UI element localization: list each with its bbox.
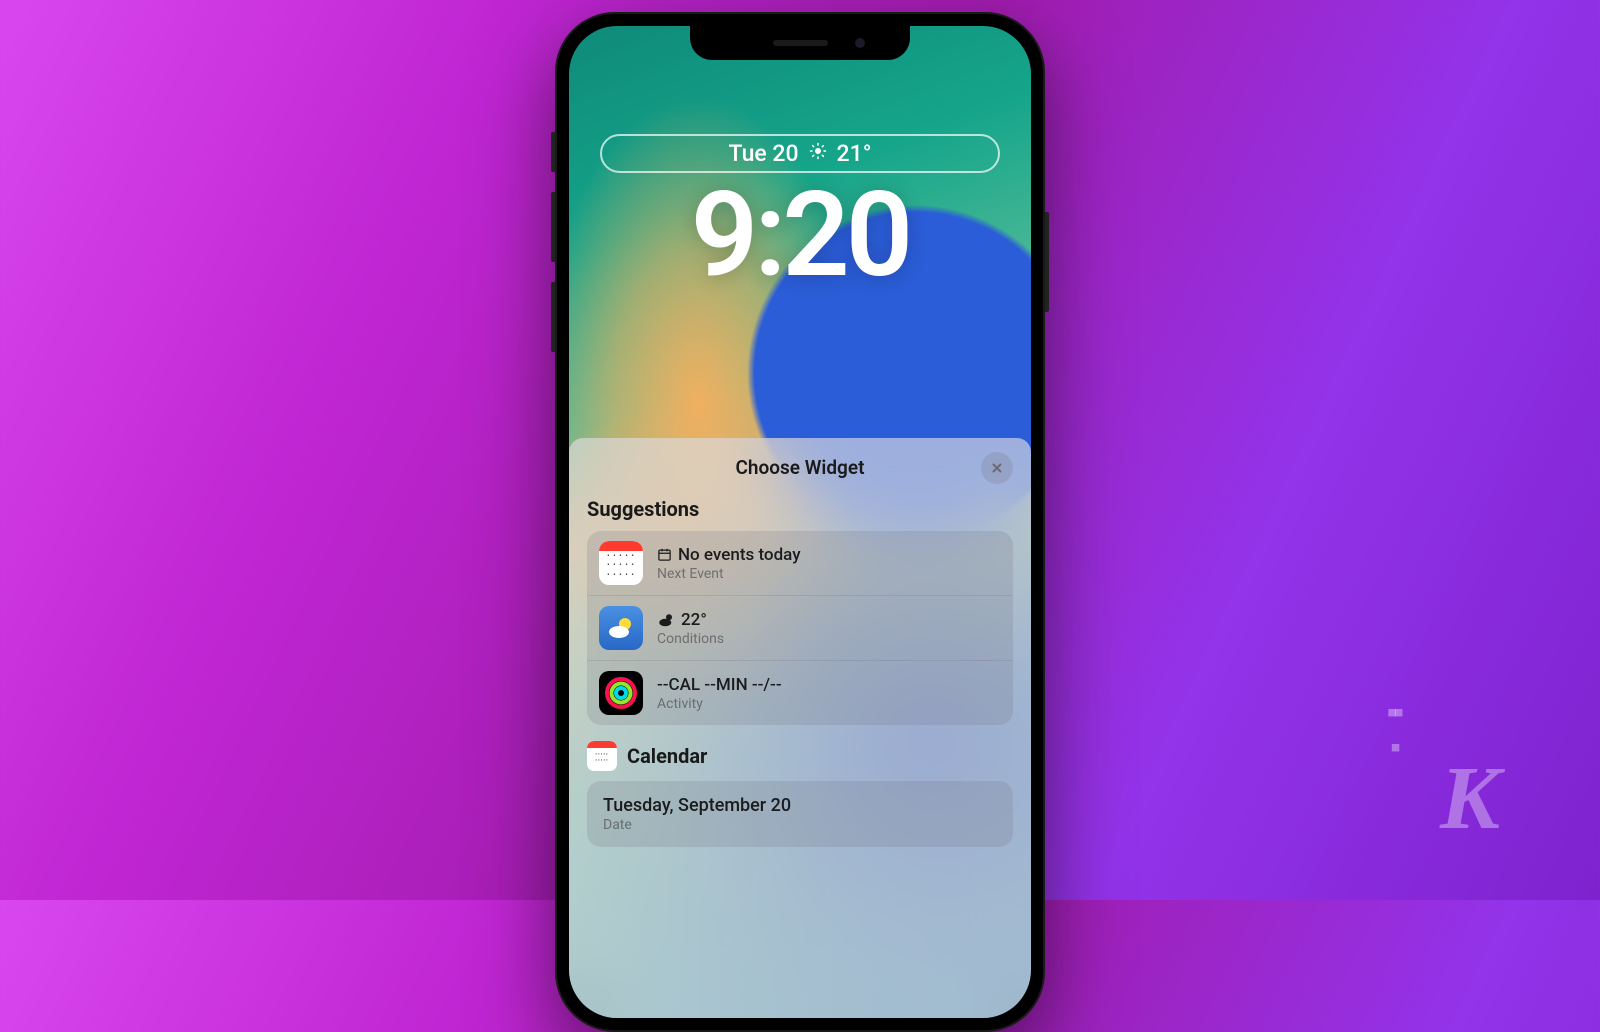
phone-screen: Tue 20 21° 9:20 Choose Widget Suggestion… [569,26,1031,1018]
calendar-mini-icon [657,547,672,562]
calendar-item-date[interactable]: Tuesday, September 20 Date [587,781,1013,847]
close-button[interactable] [981,452,1013,484]
close-icon [990,461,1004,475]
mute-switch [551,132,555,172]
side-button [1045,212,1049,312]
watermark-logo: K [1440,747,1500,850]
notch [690,26,910,60]
activity-app-icon [599,671,643,715]
weather-app-icon [599,606,643,650]
volume-down-button [551,282,555,352]
suggestion-subtitle: Conditions [657,631,1001,647]
sheet-title: Choose Widget [569,456,1031,479]
calendar-card: Tuesday, September 20 Date [587,781,1013,847]
suggestion-content: No events today Next Event [657,545,1001,582]
choose-widget-sheet: Choose Widget Suggestions • • • • • • • … [569,438,1031,1018]
calendar-item-content: Tuesday, September 20 Date [603,795,997,833]
calendar-header: ••••• ••••• Calendar [587,741,1013,771]
speaker [773,40,828,46]
suggestions-label: Suggestions [587,497,699,521]
lockscreen-temp: 21° [837,140,872,167]
phone-frame: Tue 20 21° 9:20 Choose Widget Suggestion… [555,12,1045,1032]
calendar-item-title: Tuesday, September 20 [603,795,791,816]
suggestion-title: --CAL --MIN --/-- [657,675,782,695]
lockscreen-clock: 9:20 [691,166,909,304]
volume-up-button [551,192,555,262]
suggestion-subtitle: Next Event [657,566,1001,582]
sun-icon [809,142,827,165]
suggestion-content: 22° Conditions [657,610,1001,647]
lockscreen-date: Tue 20 [729,140,799,167]
suggestion-title: No events today [678,545,801,565]
suggestion-activity[interactable]: --CAL --MIN --/-- Activity [587,661,1013,725]
suggestions-card: • • • • • • • • • • • • • • • No events … [587,531,1013,725]
cloud-sun-icon [657,612,675,627]
suggestion-content: --CAL --MIN --/-- Activity [657,675,1001,712]
calendar-item-subtitle: Date [603,817,997,833]
suggestions-header: Suggestions [587,497,1013,521]
calendar-label: Calendar [627,744,707,768]
suggestions-section: Suggestions • • • • • • • • • • • • • • … [569,497,1031,741]
suggestion-subtitle: Activity [657,696,1001,712]
suggestion-next-event[interactable]: • • • • • • • • • • • • • • • No events … [587,531,1013,596]
calendar-app-icon: ••••• ••••• [587,741,617,771]
watermark-dots: ▪▪ ▪ [1387,695,1400,765]
calendar-section: ••••• ••••• Calendar Tuesday, September … [569,741,1031,863]
suggestion-conditions[interactable]: 22° Conditions [587,596,1013,661]
suggestion-title: 22° [681,610,707,630]
calendar-app-icon: • • • • • • • • • • • • • • • [599,541,643,585]
front-camera [855,38,865,48]
sheet-header: Choose Widget [569,456,1031,497]
